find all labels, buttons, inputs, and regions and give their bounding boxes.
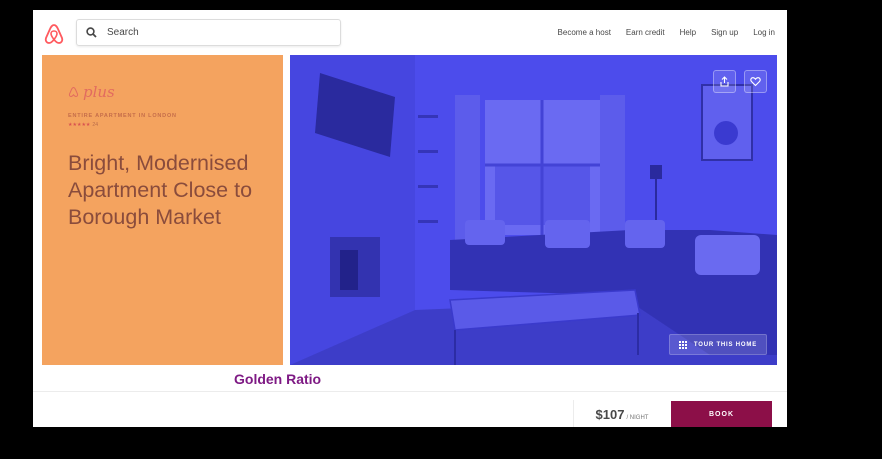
nav-earn-credit-link[interactable]: Earn credit bbox=[626, 28, 665, 37]
listing-info-panel: plus ENTIRE APARTMENT IN LONDON ★★★★★ 24… bbox=[42, 55, 283, 365]
price-display: $107 / NIGHT bbox=[573, 400, 670, 427]
review-count: 24 bbox=[92, 122, 98, 128]
golden-ratio-annotation: Golden Ratio bbox=[234, 371, 322, 387]
tour-this-home-button[interactable]: TOUR THIS HOME bbox=[668, 334, 767, 355]
living-room-photo bbox=[290, 55, 777, 365]
search-icon bbox=[86, 27, 97, 38]
share-icon bbox=[720, 76, 729, 87]
nav-log-in-link[interactable]: Log in bbox=[753, 28, 775, 37]
rating-stars: ★★★★★ bbox=[68, 122, 91, 128]
heart-icon bbox=[750, 77, 761, 87]
browser-window: Become a host Earn credit Help Sign up L… bbox=[33, 10, 787, 427]
listing-title: Bright, Modernised Apartment Close to Bo… bbox=[68, 151, 253, 229]
search-input[interactable] bbox=[105, 26, 309, 39]
share-button[interactable] bbox=[713, 70, 736, 93]
nav-sign-up-link[interactable]: Sign up bbox=[711, 28, 738, 37]
listing-type-label: ENTIRE APARTMENT IN LONDON bbox=[68, 113, 177, 119]
rating[interactable]: ★★★★★ 24 bbox=[68, 122, 258, 128]
airbnb-plus-logo: plus bbox=[68, 83, 258, 101]
booking-bar-divider bbox=[33, 391, 787, 392]
grid-icon bbox=[678, 340, 687, 349]
airbnb-logo-icon[interactable] bbox=[43, 22, 65, 46]
nav-become-host-link[interactable]: Become a host bbox=[558, 28, 611, 37]
top-nav: Become a host Earn credit Help Sign up L… bbox=[558, 28, 775, 37]
nightly-price: $107 bbox=[595, 407, 625, 422]
plus-brand-label: plus bbox=[83, 83, 115, 101]
search-bar[interactable] bbox=[76, 19, 341, 46]
save-heart-button[interactable] bbox=[744, 70, 767, 93]
per-night-label: / NIGHT bbox=[626, 415, 649, 421]
tour-label: TOUR THIS HOME bbox=[693, 341, 757, 348]
nav-help-link[interactable]: Help bbox=[680, 28, 696, 37]
listing-photo[interactable]: TOUR THIS HOME bbox=[290, 55, 777, 365]
airbnb-plus-mark-icon bbox=[68, 86, 79, 98]
book-button[interactable]: BOOK bbox=[671, 401, 772, 427]
